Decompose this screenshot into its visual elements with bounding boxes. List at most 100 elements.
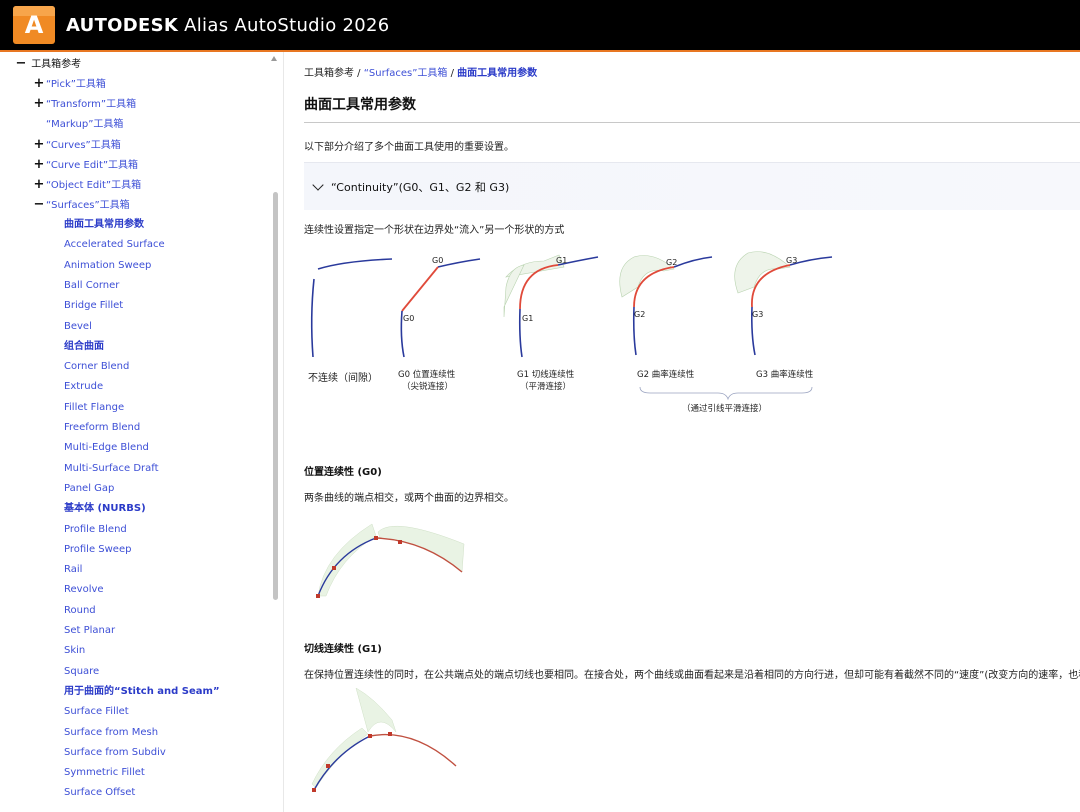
- toc-subitem[interactable]: Extrude: [64, 380, 103, 394]
- g0-illustration: [316, 523, 465, 598]
- cv-point: [388, 732, 392, 736]
- toc-subitem[interactable]: Ball Corner: [64, 279, 119, 293]
- continuity-diagram: G0 G0 G1 G1 G2 G2 G3 G3 不连续（间隙） G0 位置连续性…: [308, 251, 833, 414]
- diagram-caption: G3 曲率连续性: [756, 369, 814, 380]
- toc-subitem[interactable]: Profile Sweep: [64, 543, 131, 557]
- toc-subitem[interactable]: Round: [64, 604, 96, 618]
- expand-icon[interactable]: +: [32, 77, 46, 91]
- toc-subitem[interactable]: Surface Fillet: [64, 705, 129, 719]
- curvature-comb: [377, 525, 465, 573]
- toc-item-transform[interactable]: + “Transform”工具箱: [32, 97, 137, 111]
- continuity-accordion[interactable]: “Continuity”(G0、G1、G2 和 G3): [304, 162, 1080, 210]
- toc-subitem[interactable]: Corner Blend: [64, 360, 129, 374]
- curvature-comb: [355, 688, 397, 733]
- diagram-caption: （尖锐连接）: [402, 381, 453, 392]
- toc-root-label: 工具箱参考: [31, 59, 82, 70]
- breadcrumb-root[interactable]: 工具箱参考: [304, 68, 354, 79]
- toc-subitem[interactable]: Accelerated Surface: [64, 238, 165, 252]
- toc-subitem[interactable]: Bridge Fillet: [64, 299, 123, 313]
- chevron-down-icon[interactable]: [312, 178, 324, 191]
- toc-subitem[interactable]: Set Planar: [64, 624, 115, 638]
- diagram-caption: 不连续（间隙）: [308, 371, 378, 384]
- toc-subitem[interactable]: Surface from Subdiv: [64, 746, 166, 760]
- title-divider: [304, 122, 1080, 123]
- toc-subitem[interactable]: Fillet Flange: [64, 401, 124, 415]
- app-header: A AUTODESK Alias AutoStudio 2026: [0, 0, 1080, 50]
- diagram-label: G2: [666, 258, 677, 267]
- product-title: AUTODESK Alias AutoStudio 2026: [66, 14, 390, 36]
- toc-subitem[interactable]: Bevel: [64, 320, 92, 334]
- cv-point: [326, 764, 330, 768]
- curvature-comb: [734, 251, 791, 294]
- toc-subitem[interactable]: Freeform Blend: [64, 421, 140, 435]
- toc-root-item[interactable]: − 工具箱参考: [14, 57, 82, 71]
- collapse-icon[interactable]: −: [14, 57, 28, 71]
- expand-icon[interactable]: +: [32, 97, 46, 111]
- diagram-label: G1: [556, 256, 567, 265]
- expand-icon[interactable]: +: [32, 138, 46, 152]
- breadcrumb-current[interactable]: 曲面工具常用参数: [457, 68, 537, 79]
- intro-text: 以下部分介绍了多个曲面工具使用的重要设置。: [304, 142, 514, 153]
- curvature-comb: [317, 523, 377, 597]
- toc-item-curve-edit[interactable]: + “Curve Edit”工具箱: [32, 158, 139, 172]
- expand-icon[interactable]: +: [32, 178, 46, 192]
- toc-subitem[interactable]: 用于曲面的“Stitch and Seam”: [64, 685, 220, 699]
- g0-description: 两条曲线的端点相交，或两个曲面的边界相交。: [304, 493, 514, 504]
- diagram-caption: （通过引线平滑连接）: [682, 403, 767, 414]
- breadcrumb-parent-link[interactable]: “Surfaces”工具箱: [364, 68, 448, 79]
- g1-heading: 切线连续性 (G1): [304, 644, 382, 655]
- diagram-label: G0: [403, 314, 414, 323]
- page-title: 曲面工具常用参数: [304, 97, 416, 113]
- diagram-caption: G1 切线连续性: [517, 369, 575, 380]
- accordion-label: “Continuity”(G0、G1、G2 和 G3): [331, 180, 510, 194]
- toc-item-pick[interactable]: + “Pick”工具箱: [32, 77, 106, 91]
- toc-item-markup[interactable]: “Markup”工具箱: [32, 118, 123, 132]
- toc-subitem[interactable]: 曲面工具常用参数: [64, 218, 144, 232]
- scroll-up-arrow-icon[interactable]: [271, 56, 277, 61]
- toc-subitem[interactable]: Panel Gap: [64, 482, 114, 496]
- toc-subitem[interactable]: 组合曲面: [64, 340, 104, 354]
- toc-item-object-edit[interactable]: + “Object Edit”工具箱: [32, 178, 142, 192]
- cv-point: [398, 540, 402, 544]
- cv-point: [368, 734, 372, 738]
- toc-subitem[interactable]: Symmetric Fillet: [64, 766, 145, 780]
- toc-item-curves[interactable]: + “Curves”工具箱: [32, 138, 121, 152]
- diagram-label: G3: [786, 256, 797, 265]
- toc-subitem[interactable]: Multi-Surface Draft: [64, 462, 159, 476]
- main-content: 工具箱参考 / “Surfaces”工具箱 / 曲面工具常用参数 曲面工具常用参…: [304, 52, 1080, 812]
- diagram-curve: [317, 258, 393, 270]
- toc-subitem[interactable]: Skin: [64, 644, 85, 658]
- toc-subitem[interactable]: Surface Offset: [64, 786, 135, 800]
- continuity-description: 连续性设置指定一个形状在边界处“流入”另一个形状的方式: [304, 225, 565, 236]
- diagram-curve: [673, 256, 713, 268]
- g1-description: 在保持位置连续性的同时，在公共端点处的端点切线也要相同。在接合处，两个曲线或曲面…: [304, 670, 1080, 681]
- toc-subitem[interactable]: Multi-Edge Blend: [64, 441, 149, 455]
- toc-item-surfaces[interactable]: − “Surfaces”工具箱: [32, 198, 130, 212]
- sidebar-scrollbar[interactable]: [273, 192, 278, 600]
- diagram-curve: [437, 258, 481, 268]
- autodesk-logo-icon[interactable]: A: [13, 6, 57, 44]
- group-bracket: [639, 386, 813, 401]
- diagram-curve: [310, 278, 315, 358]
- cv-point: [374, 536, 378, 540]
- diagram-caption: G0 位置连续性: [398, 369, 456, 380]
- collapse-icon[interactable]: −: [32, 198, 46, 212]
- diagram-label: G1: [522, 314, 533, 323]
- g0-heading: 位置连续性 (G0): [304, 467, 382, 478]
- cv-point: [332, 566, 336, 570]
- surface-edge-curve: [369, 733, 457, 767]
- toc-subitem[interactable]: Surface from Mesh: [64, 726, 158, 740]
- toc-sidebar[interactable]: − 工具箱参考 + “Pick”工具箱 + “Transform”工具箱 “Mark…: [0, 52, 284, 812]
- toc-subitem[interactable]: Profile Blend: [64, 523, 127, 537]
- g1-illustration: [311, 688, 457, 792]
- toc-subitem[interactable]: Square: [64, 665, 99, 679]
- toc-subitem[interactable]: Rail: [64, 563, 82, 577]
- cv-point: [316, 594, 320, 598]
- toc-subitem[interactable]: 基本体 (NURBS): [64, 502, 146, 516]
- expand-icon[interactable]: +: [32, 158, 46, 172]
- toc-subitem[interactable]: Animation Sweep: [64, 259, 151, 273]
- cv-point: [312, 788, 316, 792]
- diagram-curve: [401, 266, 439, 312]
- toc-subitem[interactable]: Revolve: [64, 583, 104, 597]
- diagram-label: G0: [432, 256, 443, 265]
